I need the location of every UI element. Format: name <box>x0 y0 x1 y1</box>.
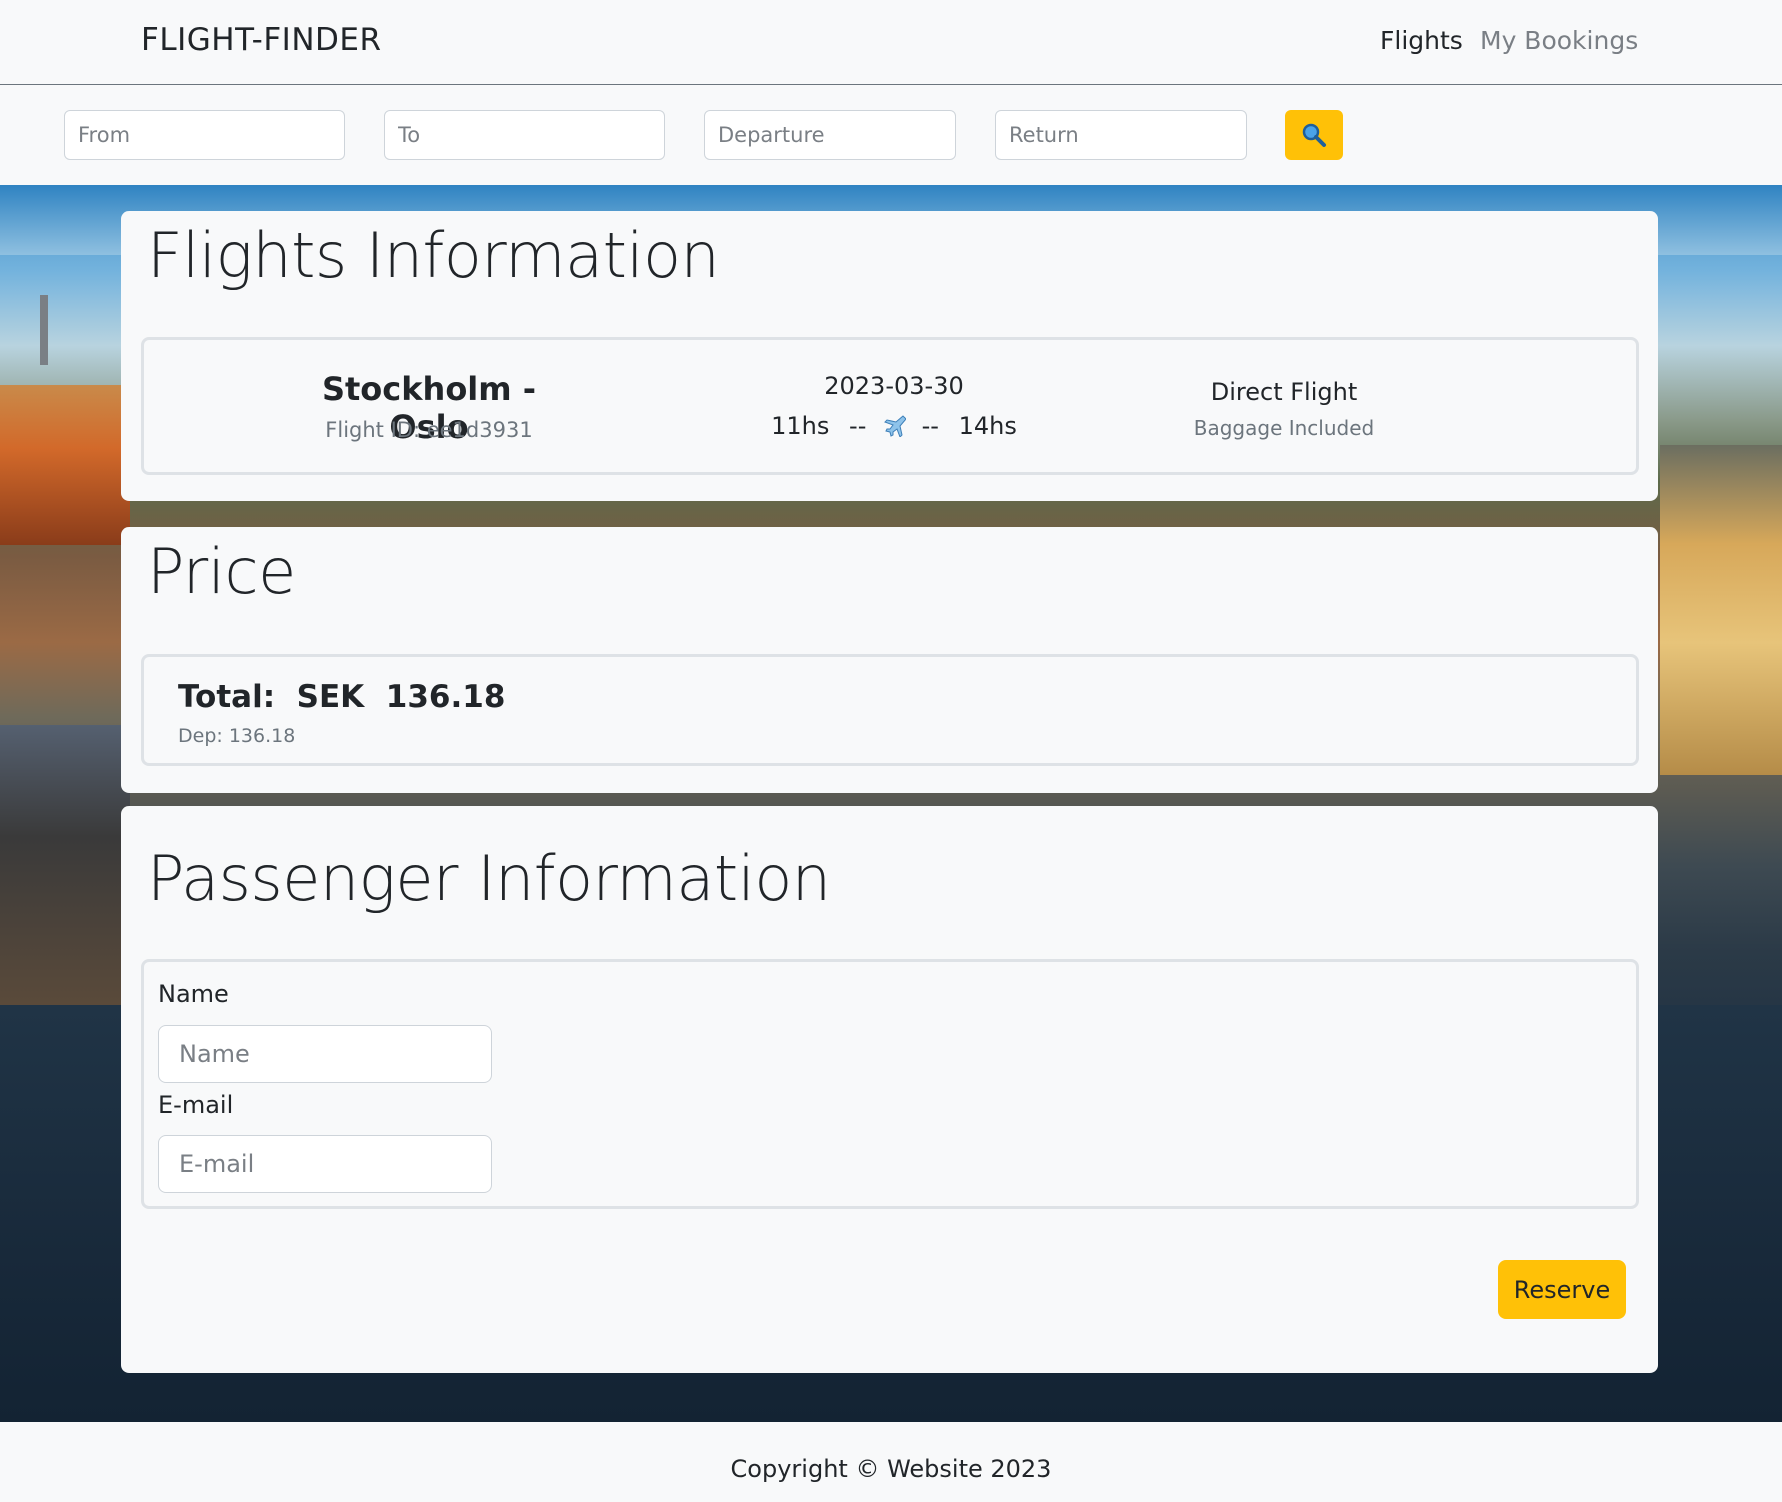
search-button[interactable] <box>1285 110 1343 160</box>
flight-type: Direct Flight <box>1210 378 1358 406</box>
from-input[interactable] <box>64 110 345 160</box>
copyright-text: Copyright © Website 2023 <box>730 1455 1052 1483</box>
price-card: Price Total: SEK 136.18 Dep: 136.18 <box>121 527 1658 793</box>
passenger-information-card: Passenger Information Name E-mail Reserv… <box>121 806 1658 1373</box>
search-bar <box>0 85 1782 185</box>
brand-logo[interactable]: FLIGHT-FINDER <box>141 22 382 58</box>
email-input[interactable] <box>158 1135 492 1193</box>
price-total: Total: SEK 136.18 <box>178 679 506 715</box>
navbar: FLIGHT-FINDER Flights My Bookings <box>0 0 1782 85</box>
flights-information-title: Flights Information <box>147 219 720 292</box>
passenger-form: Name E-mail <box>141 959 1639 1209</box>
price-title: Price <box>147 535 296 608</box>
flight-date: 2023-03-30 <box>824 372 964 400</box>
to-input[interactable] <box>384 110 665 160</box>
flight-summary[interactable]: Stockholm - Oslo Flight ID: ee1d3931 202… <box>141 337 1639 475</box>
nav-my-bookings-link[interactable]: My Bookings <box>1480 26 1638 55</box>
airplane-icon <box>882 413 907 443</box>
flight-times: 11hs -- -- 14hs <box>744 412 1044 443</box>
depart-time: 11hs <box>771 412 830 440</box>
return-input[interactable] <box>995 110 1247 160</box>
flights-information-card: Flights Information Stockholm - Oslo Fli… <box>121 211 1658 501</box>
email-label: E-mail <box>158 1091 234 1119</box>
name-input[interactable] <box>158 1025 492 1083</box>
passenger-information-title: Passenger Information <box>147 842 831 915</box>
flight-id: Flight ID: ee1d3931 <box>325 418 533 442</box>
footer: Copyright © Website 2023 <box>0 1422 1782 1502</box>
dash-left: -- <box>849 412 867 440</box>
departure-input[interactable] <box>704 110 956 160</box>
magnifier-icon <box>1302 123 1326 147</box>
baggage-info: Baggage Included <box>1193 416 1375 440</box>
nav-flights-link[interactable]: Flights <box>1380 26 1463 55</box>
price-summary: Total: SEK 136.18 Dep: 136.18 <box>141 654 1639 766</box>
price-dep: Dep: 136.18 <box>178 725 296 747</box>
reserve-button[interactable]: Reserve <box>1498 1260 1626 1319</box>
dash-right: -- <box>921 412 939 440</box>
name-label: Name <box>158 980 229 1008</box>
arrive-time: 14hs <box>958 412 1017 440</box>
